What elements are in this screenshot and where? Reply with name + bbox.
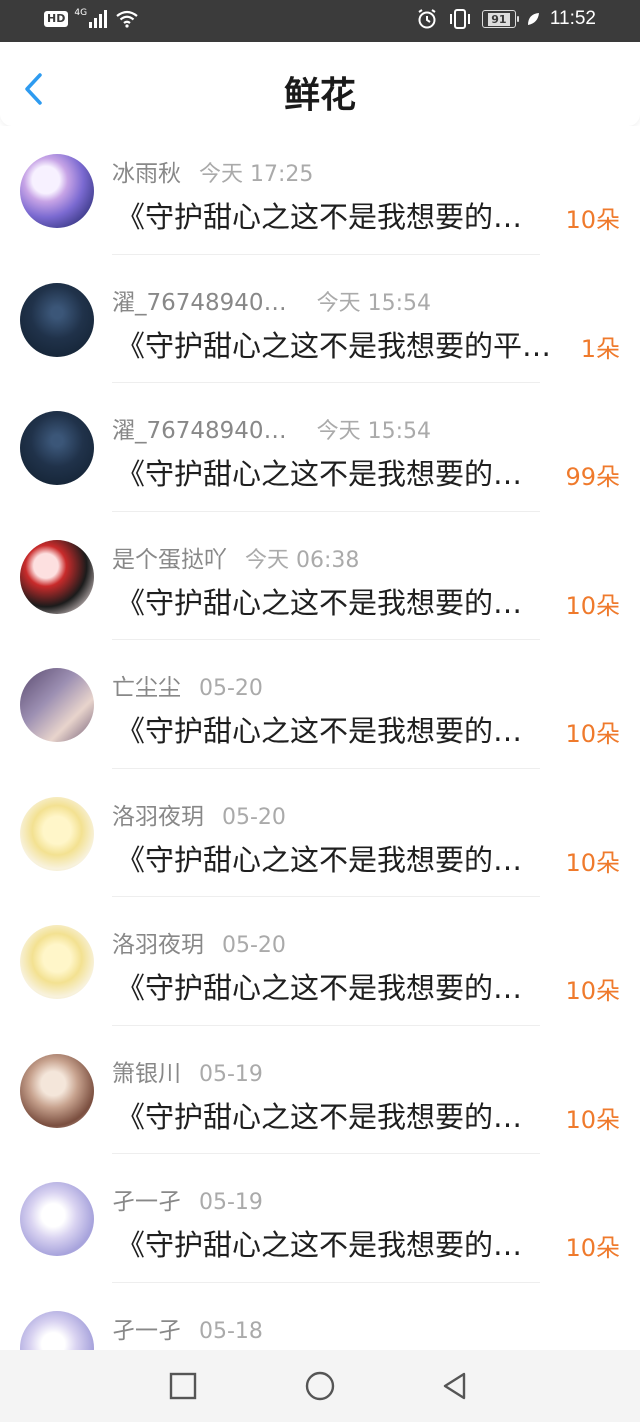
flower-count: 10朵 xyxy=(565,720,620,748)
user-name[interactable]: 亡尘尘 xyxy=(112,668,181,702)
status-right: 91 11:52 xyxy=(416,8,596,30)
triangle-left-icon xyxy=(443,1372,466,1400)
user-name[interactable]: 箫银川 xyxy=(112,1054,181,1088)
timestamp: 今天 15:54 xyxy=(316,290,431,316)
leaf-icon xyxy=(527,13,539,25)
user-name[interactable]: 孑一孑 xyxy=(112,1311,181,1345)
item-meta: 箫银川 05-19 xyxy=(112,1054,263,1088)
avatar[interactable] xyxy=(20,154,94,228)
message-text[interactable]: 《守护甜心之这不是我想要的… xyxy=(116,837,540,879)
avatar[interactable] xyxy=(20,282,94,357)
timestamp: 05-19 xyxy=(199,1190,263,1215)
avatar[interactable] xyxy=(20,539,94,614)
hd-icon: HD xyxy=(44,11,69,27)
flower-count: 10朵 xyxy=(565,1234,620,1262)
item-meta: 孑一孑 05-18 xyxy=(112,1311,263,1345)
message-text[interactable]: 《守护甜心之这不是我想要的平… xyxy=(116,323,568,365)
item-meta: 洛羽夜玥 05-20 xyxy=(112,797,286,831)
recent-apps-button[interactable] xyxy=(163,1368,203,1404)
battery-level: 91 xyxy=(488,12,510,26)
avatar[interactable] xyxy=(20,668,94,742)
avatar[interactable] xyxy=(20,411,94,485)
flower-count: 10朵 xyxy=(565,848,620,877)
status-time: 11:52 xyxy=(549,8,596,29)
item-meta: 孑一孑 05-19 xyxy=(112,1182,263,1216)
item-meta: 濯_76748940… 今天 15:54 xyxy=(112,283,431,317)
user-name[interactable]: 濯_76748940… xyxy=(112,283,287,317)
flower-count: 1朵 xyxy=(580,334,620,363)
list-item[interactable]: 洛羽夜玥 05-20 《守护甜心之这不是我想要的… 10朵 xyxy=(0,897,640,1026)
user-name[interactable]: 洛羽夜玥 xyxy=(112,925,204,959)
page-title: 鲜花 xyxy=(283,75,356,116)
timestamp: 今天 06:38 xyxy=(245,547,360,573)
item-meta: 濯_76748940… 今天 15:54 xyxy=(112,411,431,445)
timestamp: 今天 17:25 xyxy=(199,162,314,187)
status-bar: HD 4G 91 11:52 xyxy=(0,0,640,42)
vibrate-icon xyxy=(449,9,470,29)
list-item[interactable]: 孑一孑 05-18 xyxy=(0,1283,640,1350)
list-item[interactable]: 冰雨秋 今天 17:25 《守护甜心之这不是我想要的… 10朵 xyxy=(0,126,640,255)
timestamp: 05-20 xyxy=(222,804,286,830)
flower-count: 10朵 xyxy=(565,206,620,234)
list-item[interactable]: 是个蛋挞吖 今天 06:38 《守护甜心之这不是我想要的… 10朵 xyxy=(0,512,640,641)
item-meta: 亡尘尘 05-20 xyxy=(112,668,263,702)
avatar[interactable] xyxy=(20,925,94,999)
list-item[interactable]: 箫银川 05-19 《守护甜心之这不是我想要的… 10朵 xyxy=(0,1026,640,1155)
circle-icon xyxy=(305,1371,335,1401)
item-meta: 洛羽夜玥 05-20 xyxy=(112,925,286,959)
user-name[interactable]: 孑一孑 xyxy=(112,1182,181,1216)
list-item[interactable]: 孑一孑 05-19 《守护甜心之这不是我想要的… 10朵 xyxy=(0,1154,640,1283)
avatar[interactable] xyxy=(20,1053,94,1128)
list-item[interactable]: 濯_76748940… 今天 15:54 《守护甜心之这不是我想要的平… 1朵 xyxy=(0,255,640,384)
user-name[interactable]: 冰雨秋 xyxy=(112,154,181,188)
message-text[interactable]: 《守护甜心之这不是我想要的… xyxy=(116,194,540,236)
battery-icon: 91 xyxy=(481,10,519,28)
signal-icon xyxy=(89,10,108,28)
message-text[interactable]: 《守护甜心之这不是我想要的… xyxy=(116,965,540,1007)
user-name[interactable]: 濯_76748940… xyxy=(112,411,287,445)
timestamp: 今天 15:54 xyxy=(316,419,431,444)
home-button[interactable] xyxy=(300,1368,340,1404)
wifi-icon xyxy=(116,10,138,28)
timestamp: 05-19 xyxy=(199,1061,263,1087)
timestamp: 05-20 xyxy=(199,676,263,701)
user-name[interactable]: 洛羽夜玥 xyxy=(112,797,204,831)
system-nav-bar xyxy=(0,1350,640,1422)
avatar[interactable] xyxy=(20,1182,94,1256)
list-item[interactable]: 濯_76748940… 今天 15:54 《守护甜心之这不是我想要的… 99朵 xyxy=(0,383,640,512)
timestamp: 05-20 xyxy=(222,933,286,958)
timestamp: 05-18 xyxy=(199,1318,263,1344)
list-item[interactable]: 亡尘尘 05-20 《守护甜心之这不是我想要的… 10朵 xyxy=(0,640,640,769)
message-text[interactable]: 《守护甜心之这不是我想要的… xyxy=(116,708,540,750)
status-left: HD 4G xyxy=(44,8,139,28)
alarm-icon xyxy=(418,9,436,29)
item-meta: 冰雨秋 今天 17:25 xyxy=(112,154,313,188)
network-type: 4G xyxy=(74,8,88,18)
message-text[interactable]: 《守护甜心之这不是我想要的… xyxy=(116,580,540,622)
item-meta: 是个蛋挞吖 今天 06:38 xyxy=(112,540,359,574)
flower-count: 10朵 xyxy=(565,1105,620,1134)
avatar[interactable] xyxy=(20,1310,94,1350)
message-text[interactable]: 《守护甜心之这不是我想要的… xyxy=(116,1222,540,1264)
header: 鲜花 xyxy=(0,42,640,126)
message-text[interactable]: 《守护甜心之这不是我想要的… xyxy=(116,451,540,493)
flower-count: 10朵 xyxy=(565,977,620,1005)
flower-count: 99朵 xyxy=(565,463,620,491)
nav-back-button[interactable] xyxy=(435,1368,475,1404)
flower-count: 10朵 xyxy=(565,591,620,620)
avatar[interactable] xyxy=(20,796,94,871)
flower-list[interactable]: 冰雨秋 今天 17:25 《守护甜心之这不是我想要的… 10朵 濯_767489… xyxy=(0,126,640,1350)
square-icon xyxy=(169,1372,197,1400)
list-item[interactable]: 洛羽夜玥 05-20 《守护甜心之这不是我想要的… 10朵 xyxy=(0,769,640,898)
user-name[interactable]: 是个蛋挞吖 xyxy=(112,540,227,574)
message-text[interactable]: 《守护甜心之这不是我想要的… xyxy=(116,1094,540,1136)
